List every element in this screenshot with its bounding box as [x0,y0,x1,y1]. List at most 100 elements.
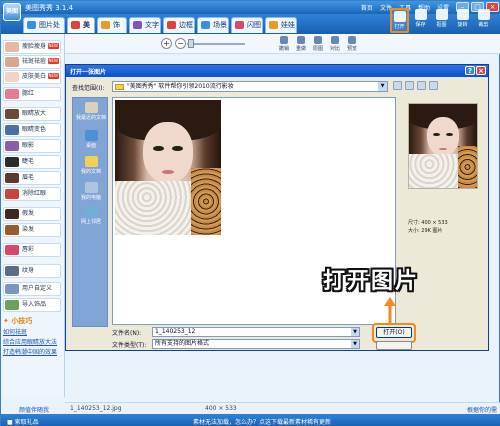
place-label: 网上邻居 [80,219,101,225]
subtool-label: 原图 [312,46,323,52]
view-menu-icon[interactable] [429,81,438,90]
look-in-select[interactable]: "美图秀秀" 软件帮你引领2010流行影妆 ▼ [112,81,388,92]
gift-link[interactable]: ■ 索取礼品 [7,417,39,426]
zoom-out-button[interactable]: − [175,38,186,49]
effect-enlarge-eyes[interactable]: 眼睛放大 [3,107,61,121]
cut-icon [477,9,490,20]
import-icon [5,300,19,310]
cut-button[interactable]: 裁剪 [474,8,493,33]
app-logo: 美图 [3,3,21,21]
help-link[interactable]: 颜值伴随我 [19,405,49,414]
effect-red-eye[interactable]: 消除红眼 [3,187,61,201]
original-button[interactable]: 原图 [311,36,325,52]
place-my-computer[interactable]: 我的电脑 [73,182,109,201]
effect-whiten-skin[interactable]: 皮肤美白 NEW [3,70,61,84]
menu-home[interactable]: 首页 [361,3,373,12]
tab-accessories[interactable]: 饰品 [97,17,127,43]
effect-lip-color[interactable]: 唇彩 [3,243,61,257]
effect-wig[interactable]: 假发 [3,207,61,221]
accessory-icon [101,21,110,29]
tab-scene[interactable]: 场景 [197,17,229,33]
effect-user-custom[interactable]: 用户自定义 [3,282,61,296]
zoom-in-button[interactable]: + [161,38,172,49]
status-filename: 1_140253_12.jpg [70,405,122,412]
save-button[interactable]: 保存 [411,8,430,33]
my-computer-icon [84,182,98,193]
zoom-slider[interactable] [187,43,245,45]
effect-blush[interactable]: 腮红 [3,87,61,101]
user-icon [5,284,19,294]
tip-link[interactable]: 如何祛斑 [3,327,61,336]
preview-image [408,103,478,189]
filetype-select[interactable]: 所有支持的图片格式 ▼ [152,339,360,349]
dialog-nav-icons [393,81,438,90]
preview-size: 尺寸: 400 × 533 [408,220,448,226]
dialog-close-button[interactable]: × [476,66,486,75]
tab-beauty[interactable]: 美容 [67,17,95,43]
filetype-value: 所有支持的图片格式 [155,340,210,347]
place-desktop[interactable]: 桌面 [73,130,109,149]
effect-tattoo[interactable]: 纹身 [3,264,61,278]
tool-label: 抠图 [436,22,447,28]
eyeshadow-icon [5,141,19,151]
tab-label: 闪图 [247,21,261,29]
dialog-help-button[interactable]: ? [465,66,475,75]
effect-eye-color[interactable]: 眼睛变色 [3,123,61,137]
portrait-photo [115,100,221,235]
chevron-down-icon: ▼ [378,82,387,91]
tab-doll[interactable]: 娃娃 [265,17,297,33]
open-button[interactable]: 打开 [390,8,409,33]
up-folder-icon[interactable] [405,81,414,90]
tab-text[interactable]: 文字 [129,17,161,33]
chevron-down-icon[interactable]: ▼ [351,328,359,336]
undo-button[interactable]: 撤销 [277,36,291,52]
effect-label: 腮红 [22,90,35,97]
dialog-cancel-button[interactable] [376,341,412,350]
places-bar: 我最近的文档 桌面 我的文档 我的电脑 网上邻居 [72,97,108,327]
effect-remove-spots[interactable]: 祛斑祛痘 NEW [3,55,61,69]
redo-button[interactable]: 重做 [294,36,308,52]
ad-link[interactable]: 素材无法加载，怎么办？点这下载最新素材稀有更新 [193,417,331,426]
effect-eyeshadow[interactable]: 眼影 [3,139,61,153]
doll-icon [269,21,278,29]
place-recent[interactable]: 我最近的文档 [73,102,109,121]
place-network[interactable]: 网上邻居 [73,206,109,225]
effect-hair-dye[interactable]: 染发 [3,223,61,237]
zoom-slider-handle[interactable] [188,39,194,48]
chevron-down-icon[interactable]: ▼ [351,340,359,348]
place-my-documents[interactable]: 我的文档 [73,156,109,175]
cutout-button[interactable]: 抠图 [432,8,451,33]
tab-label: 场景 [213,21,227,29]
tab-image-processing[interactable]: 图片处理 [23,17,65,43]
filename-field[interactable]: 1_140253_12 ▼ [152,327,360,337]
effect-eyelash[interactable]: 睫毛 [3,155,61,169]
beauty-icon [71,21,80,29]
import-accessory-button[interactable]: 导入饰品 [3,298,61,312]
wig-icon [5,209,19,219]
compare-button[interactable]: 对比 [328,36,342,52]
new-folder-icon[interactable] [417,81,426,90]
subtool-label: 撤销 [278,46,289,52]
tips-header: ✦ 小技巧 [3,316,61,326]
effect-slim-face[interactable]: 瘦脸瘦身 NEW [3,40,61,54]
dialog-open-button[interactable]: 打开(O) [376,327,412,338]
filename-value: 1_140253_12 [155,328,196,335]
place-label: 我最近的文档 [75,115,106,121]
back-icon[interactable] [393,81,402,90]
look-in-label: 查找范围(I): [72,85,105,92]
effect-label: 祛斑祛痘 [22,58,47,65]
tip-link[interactable]: 打造韩潮中国的效果 [3,347,61,356]
preview-button[interactable]: 预览 [345,36,359,52]
eye-icon [5,109,19,119]
tab-frame[interactable]: 边框 [163,17,195,33]
rotate-button[interactable]: 旋转 [453,8,472,33]
eyebrow-icon [5,173,19,183]
effect-label: 眉毛 [22,174,35,181]
tip-link[interactable]: 综合应用眼睛放大法 [3,337,61,346]
effect-eyebrow[interactable]: 眉毛 [3,171,61,185]
dialog-titlebar: 打开一张图片 ? × [66,65,488,77]
gift-label: 索取礼品 [14,419,39,426]
effect-label: 眼睛放大 [22,110,47,117]
tab-flash[interactable]: 闪图 [231,17,263,33]
file-thumbnail[interactable] [115,100,221,235]
